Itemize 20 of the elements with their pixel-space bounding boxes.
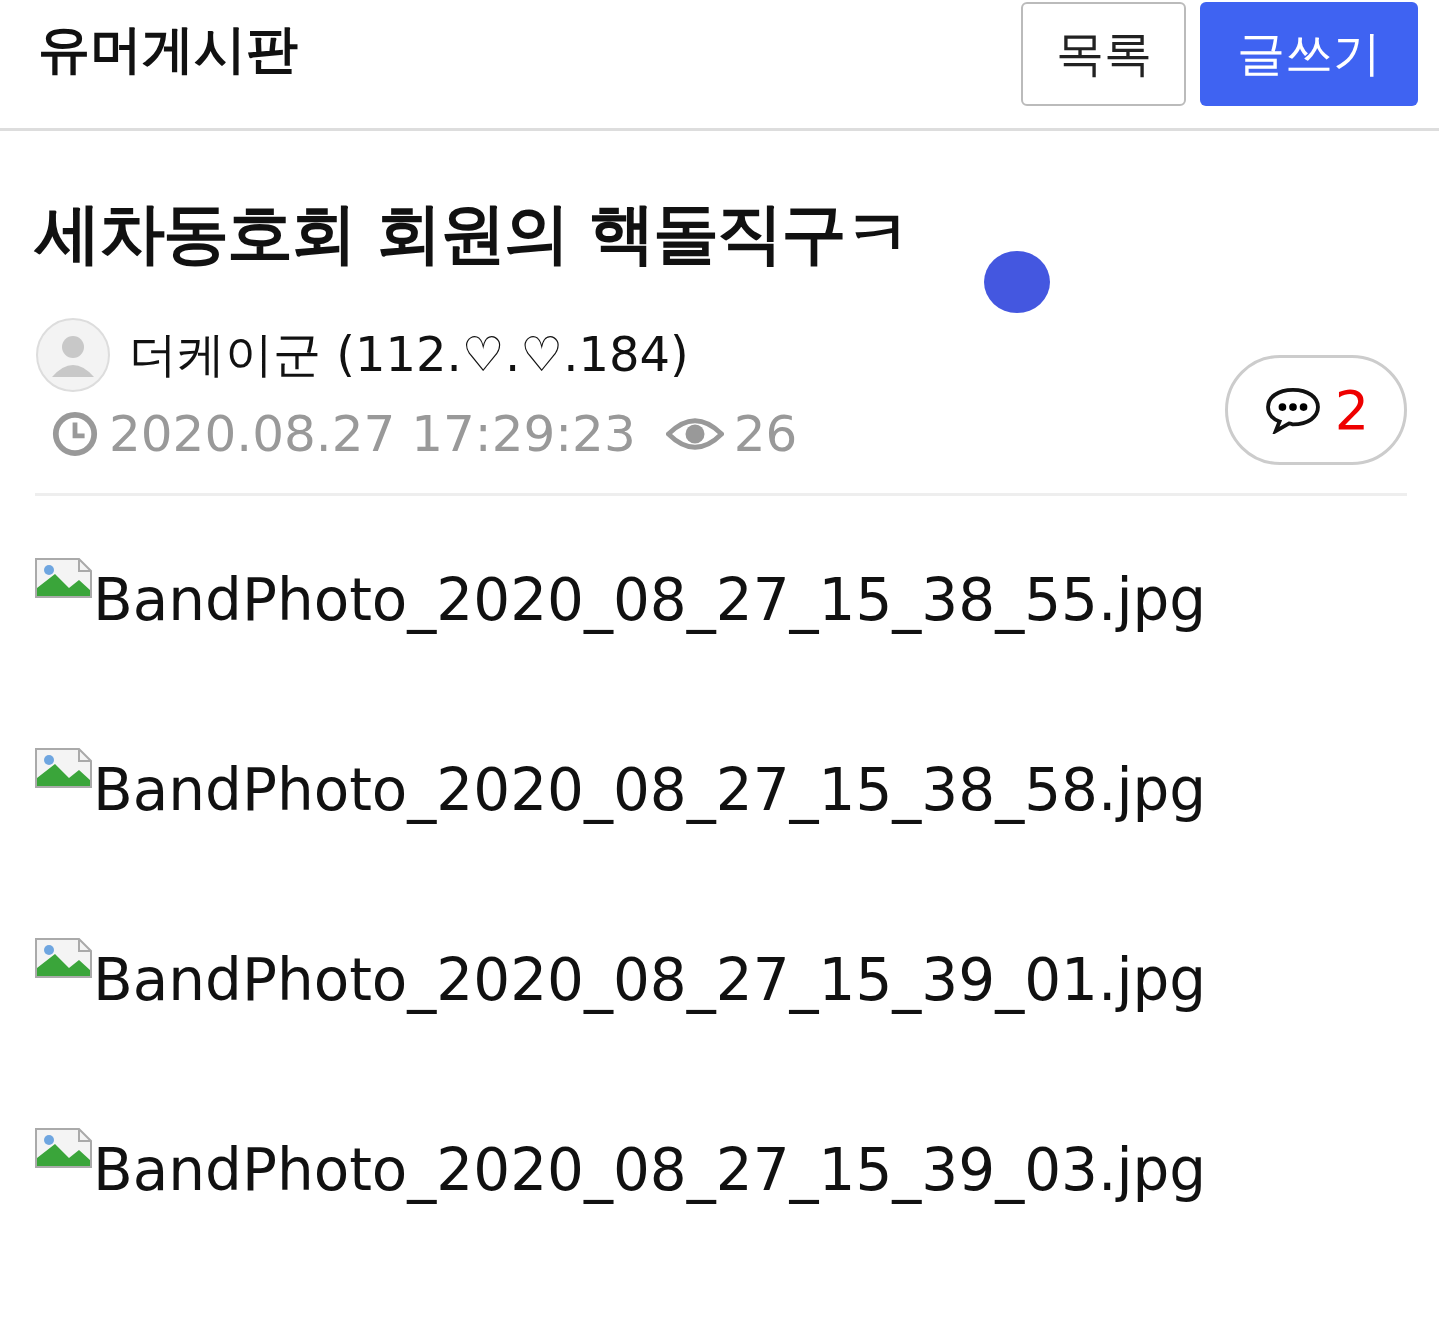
author-name[interactable]: 더케이군 (112.♡.♡.184) (129, 323, 689, 387)
post-date: 2020.08.27 17:29:23 (109, 405, 636, 463)
list-button[interactable]: 목록 (1021, 2, 1186, 106)
comment-button[interactable]: 2 (1225, 355, 1407, 465)
broken-image-icon (35, 748, 93, 788)
board-title: 유머게시판 (38, 18, 298, 81)
image-alt-text: BandPhoto_2020_08_27_15_39_03.jpg (93, 1136, 1207, 1204)
eye-icon (665, 415, 724, 453)
view-count: 26 (733, 405, 798, 463)
broken-image-icon (35, 558, 93, 598)
image-alt-text: BandPhoto_2020_08_27_15_39_01.jpg (93, 946, 1207, 1014)
image-alt-text: BandPhoto_2020_08_27_15_38_58.jpg (93, 756, 1207, 824)
broken-image-icon (35, 1128, 93, 1168)
image-alt-text: BandPhoto_2020_08_27_15_38_55.jpg (93, 566, 1207, 634)
post-title: 세차동호회 회원의 핵돌직구ㅋ (35, 194, 910, 274)
write-button[interactable]: 글쓰기 (1200, 2, 1418, 106)
broken-image-icon (35, 938, 93, 978)
clock-icon (51, 410, 99, 458)
avatar-icon (35, 317, 111, 393)
comment-count: 2 (1334, 378, 1370, 442)
